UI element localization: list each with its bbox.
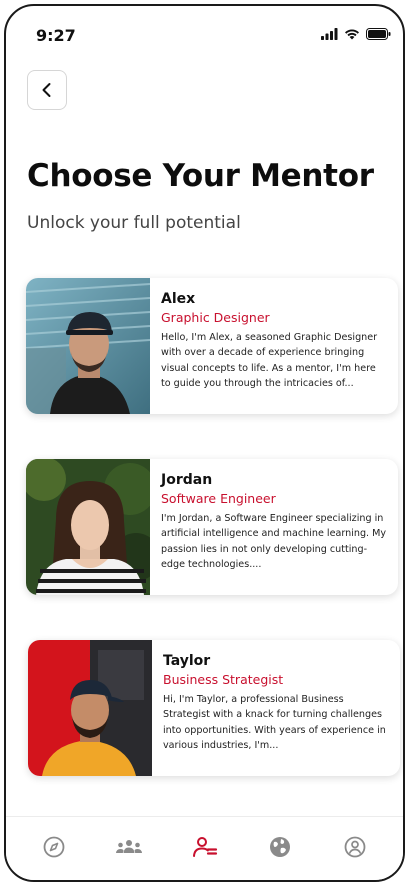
battery-icon <box>366 28 391 40</box>
signal-icon <box>321 28 338 40</box>
bottom-tab-bar <box>6 816 403 880</box>
chevron-left-icon <box>42 83 51 97</box>
mentor-role: Graphic Designer <box>161 310 270 325</box>
status-bar: 9:27 <box>6 6 403 62</box>
mentor-photo <box>28 640 152 776</box>
mentor-description: Hello, I'm Alex, a seasoned Graphic Desi… <box>161 332 378 390</box>
mentor-card-taylor[interactable]: Taylor Business Strategist Hi, I'm Taylo… <box>28 640 400 776</box>
mentor-role: Software Engineer <box>161 491 276 506</box>
mentor-card-jordan[interactable]: Jordan Software Engineer I'm Jordan, a S… <box>26 459 398 595</box>
compass-icon <box>43 836 65 857</box>
tab-explore[interactable] <box>34 827 74 867</box>
profile-icon <box>344 836 366 857</box>
mentor-card-alex[interactable]: Alex Graphic Designer Hello, I'm Alex, a… <box>26 278 398 414</box>
tab-community[interactable] <box>109 827 149 867</box>
status-time: 9:27 <box>36 26 76 45</box>
mentor-description: I'm Jordan, a Software Engineer speciali… <box>161 513 387 571</box>
community-icon <box>116 839 143 853</box>
mentor-role: Business Strategist <box>163 672 284 687</box>
back-button[interactable] <box>27 70 67 110</box>
tab-mentors[interactable] <box>185 827 225 867</box>
page-title: Choose Your Mentor <box>27 158 374 194</box>
mentor-card-body: Taylor Business Strategist Hi, I'm Taylo… <box>152 640 400 776</box>
wifi-icon <box>345 29 359 40</box>
mentor-name: Alex <box>161 291 196 307</box>
mentor-card-body: Jordan Software Engineer I'm Jordan, a S… <box>150 459 398 595</box>
mentor-icon <box>192 836 217 857</box>
mentor-name: Taylor <box>163 653 211 669</box>
status-icons <box>321 28 391 40</box>
tab-profile[interactable] <box>335 827 375 867</box>
mentor-photo <box>26 459 150 595</box>
page-subtitle: Unlock your full potential <box>27 213 241 233</box>
mentor-description: Hi, I'm Taylor, a professional Business … <box>163 694 386 752</box>
globe-icon <box>269 836 290 857</box>
mentor-name: Jordan <box>161 472 213 488</box>
mentor-photo <box>26 278 150 414</box>
mentor-card-body: Alex Graphic Designer Hello, I'm Alex, a… <box>150 278 398 414</box>
phone-frame: 9:27 Choose Your Mentor Unlock your full… <box>4 4 405 882</box>
tab-world[interactable] <box>260 827 300 867</box>
